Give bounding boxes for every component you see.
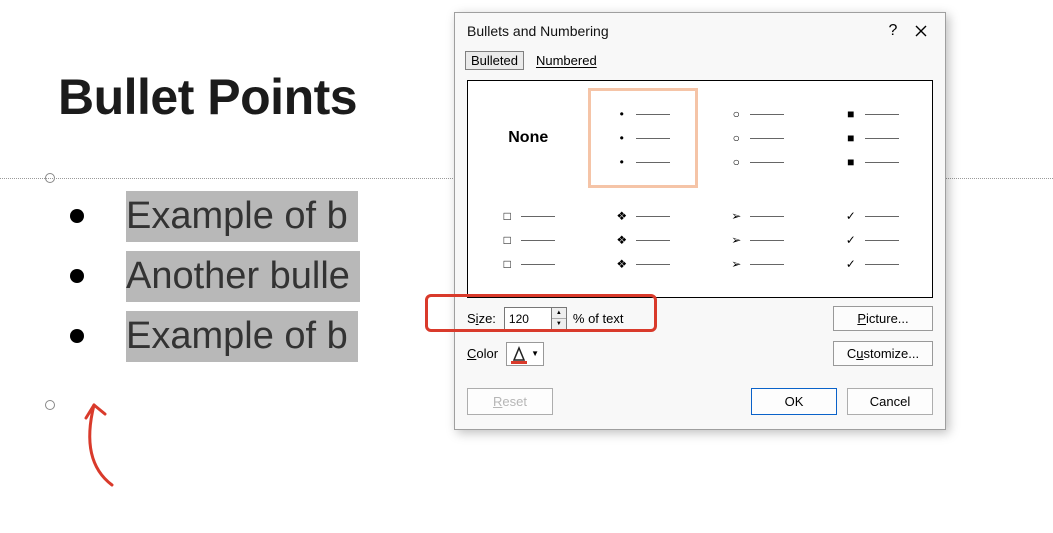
slide-title: Bullet Points bbox=[58, 68, 357, 126]
tab-bulleted[interactable]: Bulleted bbox=[465, 51, 524, 70]
bullet-text[interactable]: Example of b bbox=[126, 311, 358, 362]
bullet-line-2[interactable]: Another bulle bbox=[58, 246, 458, 306]
diamond-icon: ❖ bbox=[616, 209, 628, 223]
tab-numbered[interactable]: Numbered bbox=[530, 51, 603, 70]
ok-button[interactable]: OK bbox=[751, 388, 837, 415]
bullets-numbering-dialog: Bullets and Numbering ? Bulleted Numbere… bbox=[454, 12, 946, 430]
bullet-dot-icon bbox=[70, 209, 84, 223]
bullet-textbox[interactable]: Example of b Another bulle Example of b bbox=[58, 186, 458, 366]
arrowhead-icon: ➢ bbox=[730, 209, 742, 223]
bullet-dot-icon bbox=[70, 329, 84, 343]
bullet-line-1[interactable]: Example of b bbox=[58, 186, 458, 246]
dialog-titlebar[interactable]: Bullets and Numbering ? bbox=[455, 13, 945, 47]
annotation-arrow-icon bbox=[72, 390, 132, 490]
bullet-text[interactable]: Example of b bbox=[126, 191, 358, 242]
close-button[interactable] bbox=[907, 19, 935, 43]
size-suffix: % of text bbox=[573, 311, 624, 326]
bullet-dot-icon bbox=[70, 269, 84, 283]
gallery-option-diamond[interactable]: ❖ ❖ ❖ bbox=[589, 191, 698, 289]
close-icon bbox=[915, 25, 927, 37]
textbox-handle-bottom[interactable] bbox=[45, 400, 55, 410]
gallery-option-check[interactable]: ✓ ✓ ✓ bbox=[818, 191, 927, 289]
dialog-body: None • • • ○ ○ ○ ■ ■ ■ □ □ □ bbox=[455, 76, 945, 378]
bullet-text[interactable]: Another bulle bbox=[126, 251, 360, 302]
filled-square-icon: ■ bbox=[845, 107, 857, 121]
size-label: Size: bbox=[467, 311, 496, 326]
size-step-down[interactable]: ▼ bbox=[552, 319, 566, 329]
checkmark-icon: ✓ bbox=[845, 209, 857, 223]
gallery-option-hollow-square[interactable]: □ □ □ bbox=[474, 191, 583, 289]
dialog-title: Bullets and Numbering bbox=[467, 23, 879, 39]
size-row: Size: ▲ ▼ % of text Picture... bbox=[467, 306, 933, 331]
color-dropdown[interactable]: ▼ bbox=[506, 342, 544, 366]
filled-dot-icon: • bbox=[616, 107, 628, 121]
customize-button[interactable]: Customize... bbox=[833, 341, 933, 366]
size-step-up[interactable]: ▲ bbox=[552, 308, 566, 319]
size-spinner[interactable]: ▲ ▼ bbox=[504, 307, 567, 330]
bullet-gallery: None • • • ○ ○ ○ ■ ■ ■ □ □ □ bbox=[467, 80, 933, 298]
gallery-option-hollow-dot[interactable]: ○ ○ ○ bbox=[703, 89, 812, 187]
font-color-icon bbox=[511, 346, 527, 362]
color-row: Color ▼ Customize... bbox=[467, 341, 933, 366]
bullet-line-3[interactable]: Example of b bbox=[58, 306, 458, 366]
hollow-square-icon: □ bbox=[501, 209, 513, 223]
help-button[interactable]: ? bbox=[879, 19, 907, 43]
gallery-option-filled-dot[interactable]: • • • bbox=[589, 89, 698, 187]
picture-button[interactable]: Picture... bbox=[833, 306, 933, 331]
hollow-dot-icon: ○ bbox=[730, 107, 742, 121]
dialog-footer: Reset OK Cancel bbox=[455, 378, 945, 429]
color-label: Color bbox=[467, 346, 498, 361]
dialog-tabs: Bulleted Numbered bbox=[455, 47, 945, 76]
size-input[interactable] bbox=[505, 308, 551, 329]
cancel-button[interactable]: Cancel bbox=[847, 388, 933, 415]
gallery-option-none[interactable]: None bbox=[474, 89, 583, 187]
chevron-down-icon: ▼ bbox=[531, 349, 539, 358]
gallery-option-filled-square[interactable]: ■ ■ ■ bbox=[818, 89, 927, 187]
gallery-option-arrow[interactable]: ➢ ➢ ➢ bbox=[703, 191, 812, 289]
reset-button[interactable]: Reset bbox=[467, 388, 553, 415]
